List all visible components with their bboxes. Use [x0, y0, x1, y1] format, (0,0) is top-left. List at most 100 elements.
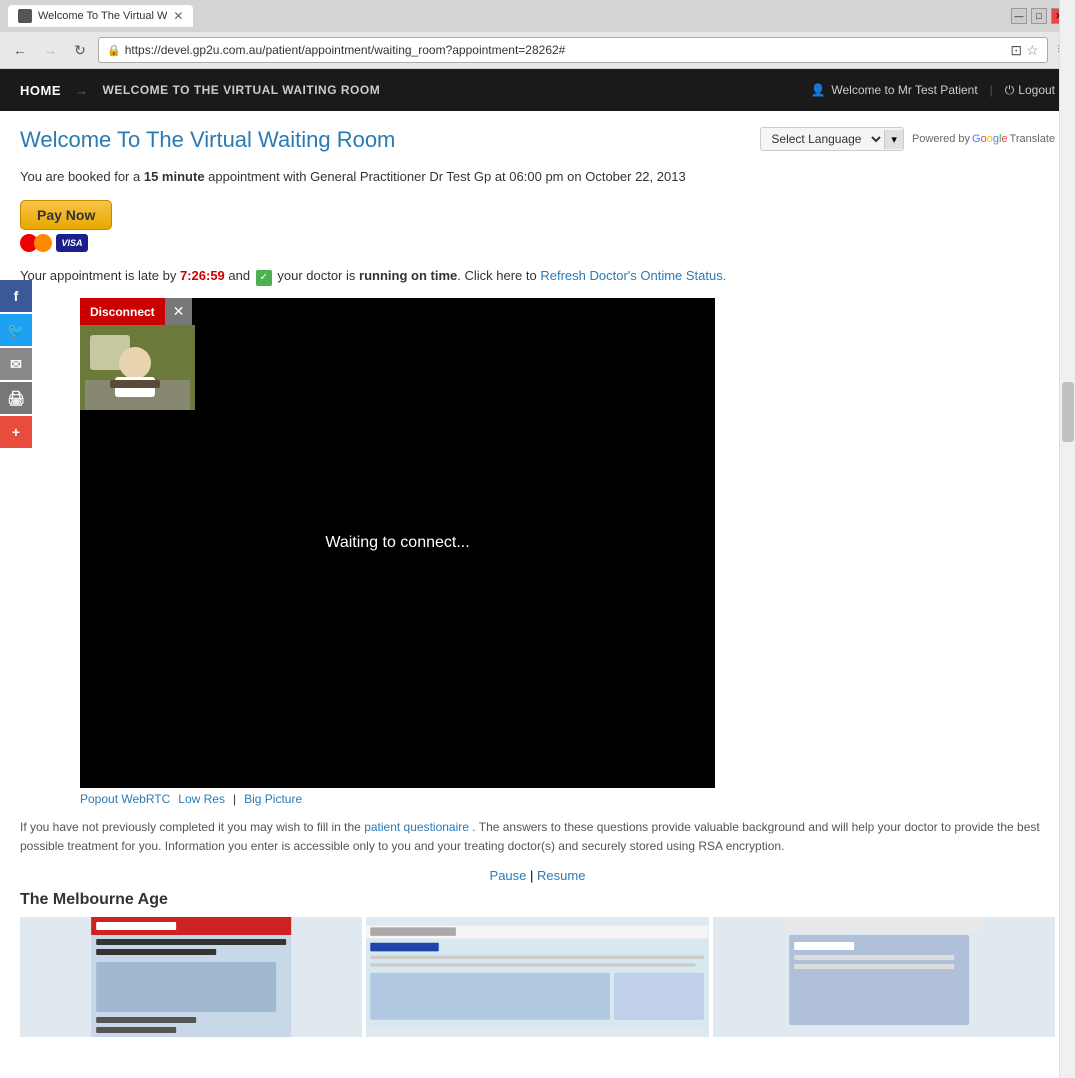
forward-button[interactable]: → [38, 38, 62, 62]
appt-doctor: Dr Test Gp [429, 169, 491, 184]
language-select-input[interactable]: Select Language [761, 128, 884, 150]
appt-date: October 22, 2013 [585, 169, 685, 184]
melbourne-section: The Melbourne Age [20, 891, 1055, 1037]
waiting-text: Waiting to connect... [325, 534, 469, 552]
check-icon: ✓ [256, 270, 272, 286]
visa-icon: VISA [56, 234, 88, 252]
browser-toolbar: ← → ↻ 🔒 https://devel.gp2u.com.au/patien… [0, 32, 1075, 68]
email-button[interactable]: ✉ [0, 348, 32, 380]
url-text: https://devel.gp2u.com.au/patient/appoin… [125, 43, 1011, 57]
language-dropdown-btn[interactable]: ▾ [884, 130, 903, 149]
address-bar[interactable]: 🔒 https://devel.gp2u.com.au/patient/appo… [98, 37, 1048, 63]
bookmark-star[interactable]: ☆ [1026, 42, 1039, 59]
main-content: Select Language ▾ Powered by Google Tran… [0, 111, 1075, 1053]
newspaper-thumbnail-1 [20, 917, 362, 1037]
low-res-link[interactable]: Low Res [178, 792, 225, 806]
newspaper-col-1 [20, 917, 362, 1037]
user-info: 👤 Welcome to Mr Test Patient [810, 83, 977, 97]
breadcrumb: WELCOME TO THE VIRTUAL WAITING ROOM [103, 83, 381, 97]
powered-by-prefix: Powered by [912, 133, 970, 145]
twitter-icon: 🐦 [7, 322, 24, 339]
running-on-time: running on time [359, 268, 457, 283]
status-message: Your appointment is late by 7:26:59 and … [20, 268, 1055, 286]
user-icon: 👤 [810, 83, 825, 97]
late-prefix: Your appointment is late by [20, 268, 176, 283]
appt-duration: 15 minute [144, 169, 205, 184]
powered-by: Powered by Google Translate [912, 133, 1055, 145]
big-picture-link[interactable]: Big Picture [244, 792, 302, 806]
power-icon: ⏻ [1005, 83, 1015, 98]
pip-video-feed [80, 325, 195, 410]
browser-titlebar: Welcome To The Virtual W ✕ — □ ✕ [0, 0, 1075, 32]
resume-link[interactable]: Resume [537, 868, 585, 883]
questionaire-link[interactable]: patient questionaire [364, 820, 469, 834]
newspaper-thumbnail-3 [713, 917, 1055, 1037]
logout-label: Logout [1018, 83, 1055, 97]
reload-button[interactable]: ↻ [68, 38, 92, 62]
mastercard-icon-2 [34, 234, 52, 252]
pay-now-section: Pay Now VISA [20, 200, 1055, 252]
newspaper-grid [20, 917, 1055, 1037]
twitter-button[interactable]: 🐦 [0, 314, 32, 346]
ssl-icon: 🔒 [107, 44, 121, 57]
social-sidebar: f 🐦 ✉ 🖨 + [0, 280, 32, 448]
newspaper-thumbnail-2 [366, 917, 708, 1037]
appt-date-prefix: on [567, 169, 581, 184]
site-navbar: HOME → WELCOME TO THE VIRTUAL WAITING RO… [0, 69, 1075, 111]
google-logo: Google [972, 133, 1008, 145]
browser-tab-title: Welcome To The Virtual W [38, 10, 167, 22]
appt-time: 06:00 pm [509, 169, 563, 184]
video-wrapper: Disconnect ✕ [80, 298, 1055, 788]
language-bar: Select Language ▾ Powered by Google Tran… [760, 127, 1055, 151]
appointment-info: You are booked for a 15 minute appointme… [20, 169, 1055, 184]
plus-button[interactable]: + [0, 416, 32, 448]
facebook-icon: f [14, 288, 19, 304]
browser-favicon [18, 9, 32, 23]
video-controls: Popout WebRTC Low Res | Big Picture [80, 792, 1055, 806]
email-icon: ✉ [10, 356, 22, 373]
click-here: Click here to [464, 268, 536, 283]
plus-icon: + [12, 424, 20, 440]
logout-link[interactable]: ⏻ Logout [1005, 83, 1055, 98]
pause-sep: | [530, 868, 537, 883]
disconnect-button[interactable]: Disconnect [80, 298, 165, 325]
late-mid: and [228, 268, 250, 283]
appt-time-prefix: at [495, 169, 506, 184]
print-button[interactable]: 🖨 [0, 382, 32, 414]
pay-now-button[interactable]: Pay Now [20, 200, 112, 230]
browser-tab-close[interactable]: ✕ [173, 9, 183, 23]
video-sep-1: | [233, 792, 236, 806]
appt-mid: appointment with General Practitioner [208, 169, 426, 184]
video-overlay: Disconnect ✕ [80, 298, 195, 410]
user-label: Welcome to Mr Test Patient [831, 83, 977, 97]
scrollbar[interactable] [1059, 0, 1075, 1078]
nav-divider: | [990, 83, 993, 97]
on-time-text: your doctor is [277, 268, 355, 283]
newspaper-col-2 [366, 917, 708, 1037]
refresh-link[interactable]: Refresh Doctor's Ontime Status. [540, 268, 726, 283]
popout-link[interactable]: Popout WebRTC [80, 792, 170, 806]
facebook-button[interactable]: f [0, 280, 32, 312]
appt-prefix: You are booked for a [20, 169, 140, 184]
pay-cards: VISA [20, 234, 1055, 252]
video-container: Disconnect ✕ [80, 298, 715, 788]
back-button[interactable]: ← [8, 38, 32, 62]
powered-by-suffix: Translate [1010, 133, 1055, 145]
browser-tab[interactable]: Welcome To The Virtual W ✕ [8, 5, 193, 27]
newspaper-col-3 [713, 917, 1055, 1037]
info-text: If you have not previously completed it … [20, 818, 1055, 856]
home-link[interactable]: HOME [20, 83, 61, 98]
nav-left: HOME → WELCOME TO THE VIRTUAL WAITING RO… [20, 83, 380, 98]
pip-video [80, 325, 195, 410]
nav-arrow: → [75, 83, 89, 98]
language-selector[interactable]: Select Language ▾ [760, 127, 904, 151]
scrollbar-thumb[interactable] [1062, 382, 1074, 442]
close-video-button[interactable]: ✕ [165, 298, 193, 325]
pause-link[interactable]: Pause [490, 868, 527, 883]
newspaper-title: The Melbourne Age [20, 891, 1055, 909]
maximize-button[interactable]: □ [1031, 8, 1047, 24]
minimize-button[interactable]: — [1011, 8, 1027, 24]
screen-button[interactable]: ⊡ [1010, 42, 1022, 59]
browser-chrome: Welcome To The Virtual W ✕ — □ ✕ ← → ↻ 🔒… [0, 0, 1075, 69]
info-prefix: If you have not previously completed it … [20, 820, 361, 834]
